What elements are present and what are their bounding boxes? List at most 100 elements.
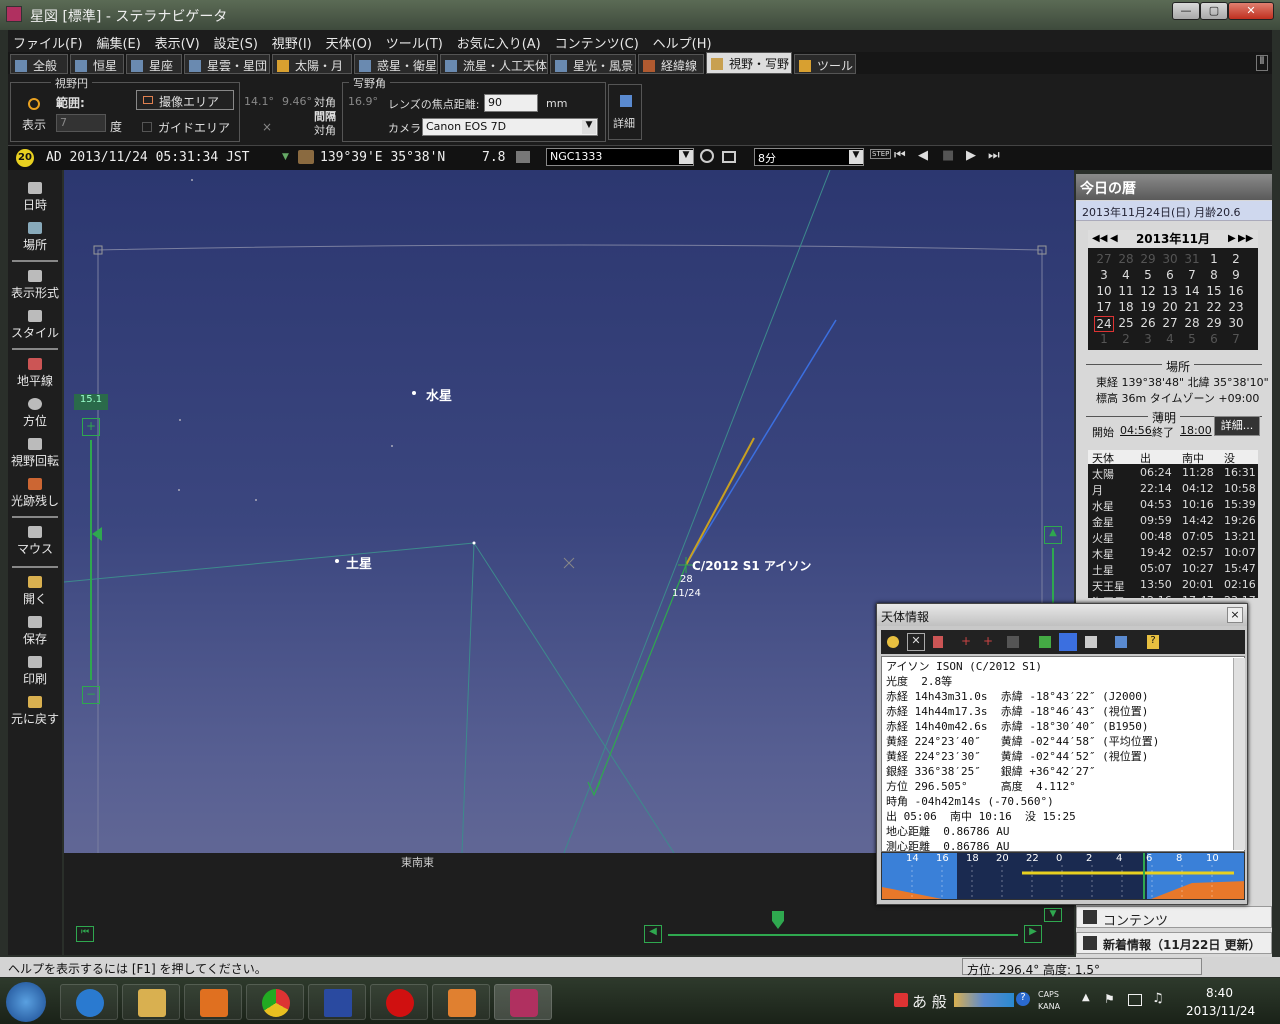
print-tool[interactable]: 印刷 [8, 656, 62, 687]
field-rotation-tool[interactable]: 視野回転 [8, 438, 62, 469]
alt-slider-track[interactable] [1052, 548, 1054, 608]
calendar-day[interactable]: 30 [1160, 252, 1180, 266]
calendar-day[interactable]: 5 [1182, 332, 1202, 346]
calendar-day[interactable]: 26 [1138, 316, 1158, 330]
twilight-start[interactable]: 04:56 [1120, 424, 1152, 437]
clock-date[interactable]: 2013/11/24 [1186, 1004, 1255, 1018]
ime-toolbar-icons[interactable] [954, 993, 1014, 1007]
calendar-day[interactable]: 17 [1094, 300, 1114, 314]
tab-stars[interactable]: 恒星 [70, 54, 124, 74]
location-display[interactable]: 139°39'E 35°38'N [320, 150, 445, 165]
show-toggle[interactable]: 表示 [22, 116, 46, 133]
calendar-day[interactable]: 13 [1160, 284, 1180, 298]
pan-left-button[interactable]: ◀ [644, 925, 662, 943]
crosshair-icon[interactable]: ✕ [907, 633, 925, 651]
camera-dropdown-icon[interactable]: ▼ [582, 120, 596, 134]
calendar-day[interactable]: 3 [1138, 332, 1158, 346]
calendar-day[interactable]: 22 [1204, 300, 1224, 314]
twilight-detail-button[interactable]: 詳細... [1214, 416, 1260, 436]
calendar-day[interactable]: 29 [1204, 316, 1224, 330]
calendar-day[interactable]: 6 [1160, 268, 1180, 282]
tab-constellations[interactable]: 星座 [126, 54, 182, 74]
flag-icon[interactable]: ⚑ [1104, 992, 1115, 1006]
calendar-day[interactable]: 24 [1094, 316, 1114, 332]
calendar-day[interactable]: 6 [1204, 332, 1224, 346]
rewind-fast-button[interactable]: ⏮ [894, 148, 906, 163]
twilight-end[interactable]: 18:00 [1180, 424, 1212, 437]
info-scrollbar[interactable] [1233, 658, 1245, 850]
chrome-taskbar[interactable] [246, 984, 304, 1020]
display-format-tool[interactable]: 表示形式 [8, 270, 62, 301]
mercury-label[interactable]: 水星 [426, 385, 452, 404]
tab-nebulae[interactable]: 星雲・星団 [184, 54, 270, 74]
calendar-day[interactable]: 23 [1226, 300, 1246, 314]
prev-year-button[interactable]: ◀◀ [1092, 230, 1107, 248]
direction-tool[interactable]: 方位 [8, 398, 62, 429]
calendar-day[interactable]: 1 [1204, 252, 1224, 266]
pan-home-button[interactable]: ⏮ [76, 926, 94, 942]
stop-button[interactable]: ■ [942, 148, 954, 163]
list-icon[interactable] [722, 151, 736, 163]
zoom-in-button[interactable]: + [82, 418, 100, 436]
pin-icon[interactable] [933, 636, 943, 648]
stellanavigator-taskbar[interactable] [494, 984, 552, 1020]
mediaplayer-taskbar[interactable] [184, 984, 242, 1020]
opera-taskbar[interactable] [370, 984, 428, 1020]
tab-scenery[interactable]: 星光・風景 [550, 54, 636, 74]
camera-select[interactable]: Canon EOS 7D [422, 118, 598, 136]
panel-collapse-button[interactable]: ⫴ [1256, 55, 1268, 71]
marker-icon[interactable]: + [961, 635, 973, 648]
minimize-button[interactable]: — [1172, 2, 1200, 20]
calendar-day[interactable]: 14 [1182, 284, 1202, 298]
tab-planets[interactable]: 惑星・衛星 [354, 54, 438, 74]
calendar-day[interactable]: 2 [1116, 332, 1136, 346]
pan-slider-track[interactable] [668, 934, 1018, 936]
next-month-button[interactable]: ▶ [1228, 230, 1236, 248]
prev-month-button[interactable]: ◀ [1110, 230, 1118, 248]
calendar-day[interactable]: 10 [1094, 284, 1114, 298]
outlook-taskbar[interactable] [432, 984, 490, 1020]
calendar-day[interactable]: 21 [1182, 300, 1202, 314]
open-tool[interactable]: 開く [8, 576, 62, 607]
play-button[interactable]: ▶ [966, 148, 976, 163]
calendar-day[interactable]: 31 [1182, 252, 1202, 266]
news-button[interactable]: 新着情報（11月22日 更新） [1076, 932, 1272, 954]
calendar-day[interactable]: 8 [1204, 268, 1224, 282]
datetime-tool[interactable]: 日時 [8, 182, 62, 213]
explorer-taskbar[interactable] [122, 984, 180, 1020]
tab-meteors[interactable]: 流星・人工天体 [440, 54, 548, 74]
network-icon[interactable] [1128, 994, 1142, 1006]
ie-taskbar[interactable] [60, 984, 118, 1020]
focal-length-input[interactable]: 90 [484, 94, 538, 112]
calendar-day[interactable]: 27 [1094, 252, 1114, 266]
maximize-button[interactable]: ▢ [1200, 2, 1228, 20]
calendar-day[interactable]: 7 [1226, 332, 1246, 346]
time-step-select[interactable]: 8分 ▼ [754, 148, 864, 166]
ime-help-icon[interactable]: ? [1016, 992, 1030, 1006]
undo-tool[interactable]: 元に戻す [8, 696, 62, 727]
tab-tools[interactable]: ツール [794, 54, 856, 74]
forward-fast-button[interactable]: ⏭ [988, 148, 1000, 163]
volume-icon[interactable]: ♫ [1152, 991, 1164, 1006]
info-window-titlebar[interactable]: 天体情報 × [877, 604, 1247, 626]
marker-lock-icon[interactable]: + [983, 635, 995, 648]
calendar-day[interactable]: 9 [1226, 268, 1246, 282]
zoom-out-button[interactable]: − [82, 686, 100, 704]
alt-down-button[interactable]: ▼ [1044, 908, 1062, 922]
zoom-icon[interactable] [1115, 636, 1127, 648]
calendar-day[interactable]: 28 [1182, 316, 1202, 330]
calendar-day[interactable]: 1 [1094, 332, 1114, 346]
chart-icon[interactable] [1085, 636, 1097, 648]
telescope-icon[interactable] [1007, 636, 1019, 648]
datetime-display[interactable]: AD 2013/11/24 05:31:34 JST [46, 150, 250, 165]
save-tool[interactable]: 保存 [8, 616, 62, 647]
info-close-button[interactable]: × [1227, 607, 1243, 623]
sun-icon[interactable] [887, 636, 899, 648]
close-button[interactable]: ✕ [1228, 2, 1274, 20]
calendar-day[interactable]: 16 [1226, 284, 1246, 298]
zoom-slider-thumb[interactable] [92, 527, 102, 541]
zoom-slider-track[interactable] [90, 440, 92, 680]
tray-expand-icon[interactable]: ▲ [1082, 992, 1090, 1003]
calendar-day[interactable]: 30 [1226, 316, 1246, 330]
contents-button[interactable]: コンテンツ [1076, 906, 1272, 929]
